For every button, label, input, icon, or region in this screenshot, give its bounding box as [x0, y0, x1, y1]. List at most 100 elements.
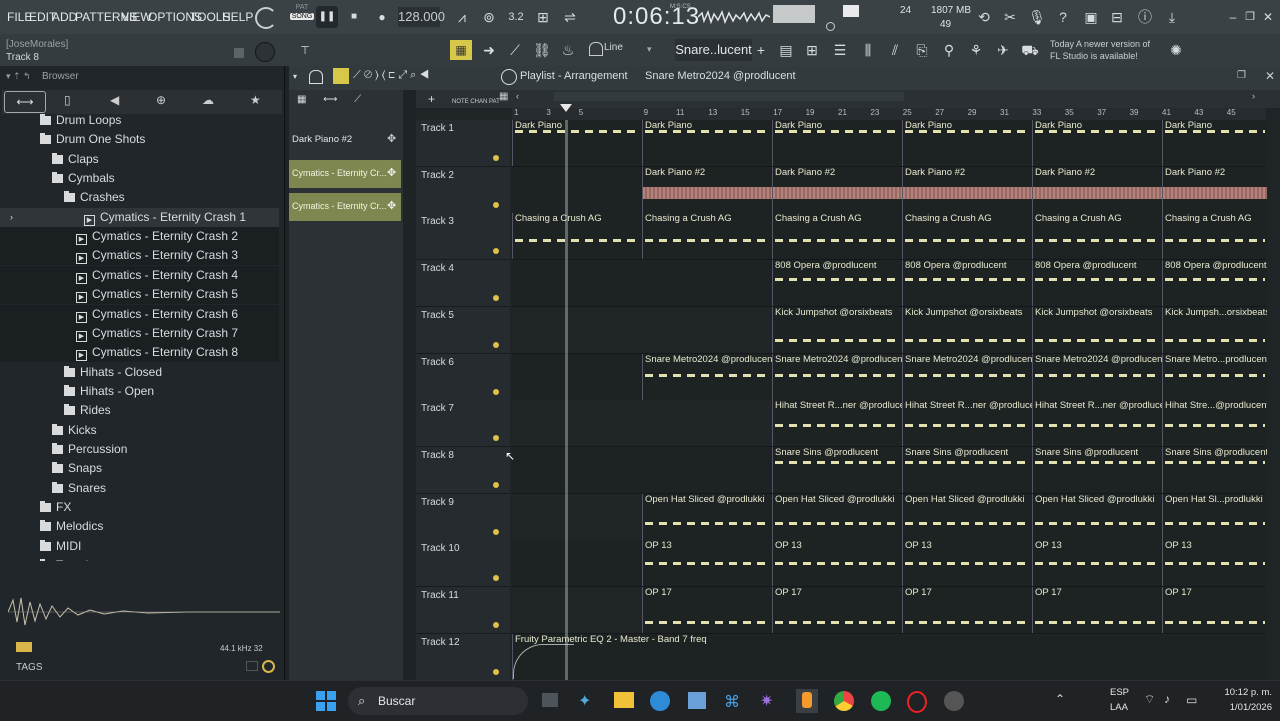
- obsidian-icon[interactable]: ✷: [760, 691, 773, 711]
- track-lane[interactable]: OP 17 OP 17 OP 17 OP 17 OP 17: [512, 587, 1267, 634]
- playlist-clip[interactable]: Kick Jumpsh...orsixbeats: [1162, 306, 1267, 353]
- playlist-clip[interactable]: OP 17: [902, 587, 1033, 633]
- playlist-clip[interactable]: Dark Piano: [902, 120, 1033, 166]
- track-lane[interactable]: Chasing a Crush AG Chasing a Crush AG Chas…: [512, 213, 1267, 261]
- pitch-knob[interactable]: [255, 42, 275, 62]
- browser-folder[interactable]: Tape Loops: [0, 556, 279, 561]
- preview-play-icon[interactable]: [16, 642, 32, 652]
- step-edit-icon[interactable]: ⊞: [532, 6, 554, 28]
- metronome-icon[interactable]: ⩘: [451, 6, 473, 28]
- playlist-clip[interactable]: OP 13: [1032, 540, 1163, 587]
- files-tab-icon[interactable]: ▯: [64, 93, 71, 107]
- playlist-clip[interactable]: OP 13: [642, 540, 773, 587]
- track-lane[interactable]: Snare Sins @prodlucent Snare Sins @prodlu…: [512, 446, 1267, 494]
- browser-file[interactable]: ▶ Cymatics - Eternity Crash 6: [0, 304, 279, 324]
- undo-icon[interactable]: ⟲: [973, 6, 995, 28]
- news-line-1[interactable]: Today A newer version of: [1050, 39, 1150, 49]
- track-lane[interactable]: 808 Opera @prodlucent 808 Opera @prodluce…: [512, 260, 1267, 308]
- search-icon[interactable]: [262, 660, 275, 673]
- plugin-icon[interactable]: ⚲: [938, 39, 960, 61]
- track-header[interactable]: Track 2: [416, 166, 510, 214]
- browser-folder[interactable]: Crashes: [0, 188, 279, 207]
- browser-folder[interactable]: Rides: [0, 401, 279, 420]
- browser-folder[interactable]: Hihats - Open: [0, 382, 279, 401]
- plugin-db-tab-icon[interactable]: ⊕: [156, 93, 166, 107]
- pattern-item[interactable]: Dark Piano #2 ✥: [289, 128, 401, 152]
- browser-file[interactable]: ▶ Cymatics - Eternity Crash 5: [0, 285, 279, 305]
- menu-add[interactable]: ADD: [52, 10, 77, 24]
- pattern-item[interactable]: Cymatics - Eternity Cr... ✥: [289, 160, 401, 188]
- playlist-clip[interactable]: 808 Opera @prodlucent: [902, 260, 1033, 307]
- playlist-clip[interactable]: Dark Piano: [1032, 120, 1163, 166]
- track-mute-led[interactable]: [493, 201, 499, 208]
- link-icon[interactable]: ⛓: [531, 39, 553, 61]
- snap-select[interactable]: Line: [604, 42, 623, 53]
- playlist-clip[interactable]: Hihat Stre...@prodlucent: [1162, 400, 1267, 447]
- track-mute-led[interactable]: [493, 388, 499, 395]
- playlist-clip[interactable]: 808 Opera @prodlucent: [1162, 260, 1267, 307]
- battery-icon[interactable]: ▭: [1186, 693, 1197, 707]
- playlist-button-icon[interactable]: ▦: [450, 40, 472, 60]
- windows-start-icon[interactable]: [316, 691, 336, 711]
- pattern-item[interactable]: Cymatics - Eternity Cr... ✥: [289, 193, 401, 221]
- playlist-clip[interactable]: Open Hat Sl...prodlukki: [1162, 493, 1267, 540]
- playlist-clip[interactable]: 808 Opera @prodlucent: [772, 260, 903, 307]
- playlist-clip[interactable]: Snare Metro2024 @prodlucent: [1032, 353, 1163, 400]
- track-mute-led[interactable]: [493, 622, 499, 628]
- playlist-clip[interactable]: Kick Jumpshot @orsixbeats: [1032, 306, 1163, 353]
- add-track-icon[interactable]: +: [428, 92, 435, 106]
- favorites-tab-icon[interactable]: ★: [250, 93, 261, 107]
- chevron-down-icon[interactable]: ▾: [647, 44, 652, 55]
- playlist-magnet-icon[interactable]: [309, 70, 323, 84]
- track-mute-led[interactable]: [493, 341, 499, 348]
- track-lane[interactable]: OP 13 OP 13 OP 13 OP 13 OP 13: [512, 540, 1267, 588]
- track-header[interactable]: Track 5: [416, 306, 510, 354]
- browser-file[interactable]: ▶ Cymatics - Eternity Crash 7: [0, 323, 279, 343]
- playlist-clip[interactable]: OP 17: [1032, 587, 1163, 633]
- arrow-right-icon[interactable]: ➜: [478, 39, 500, 61]
- preview-arrow-icon[interactable]: ›: [10, 208, 13, 227]
- close-icon[interactable]: ✕: [1257, 6, 1279, 28]
- playlist-clip[interactable]: Dark Piano: [512, 120, 643, 166]
- playlist-clip[interactable]: Fruity Parametric EQ 2 - Master - Band 7…: [512, 633, 1267, 680]
- file-explorer-icon[interactable]: [614, 692, 634, 708]
- sequencer-icon[interactable]: ⫽: [884, 39, 906, 61]
- copilot-icon[interactable]: ✦: [578, 691, 591, 711]
- all-tab-icon[interactable]: ⟷: [4, 91, 46, 113]
- track-mute-led[interactable]: [493, 295, 499, 302]
- track-lane[interactable]: Kick Jumpshot @orsixbeats Kick Jumpshot @…: [512, 306, 1267, 354]
- cloud-tab-icon[interactable]: ☁: [202, 93, 214, 107]
- taskbar-search[interactable]: ⌕ Buscar: [348, 687, 528, 715]
- playlist-clip[interactable]: OP 17: [1162, 587, 1267, 633]
- fl-studio-taskbar-icon[interactable]: [796, 689, 818, 713]
- cart-icon[interactable]: ⛟: [1019, 39, 1041, 61]
- track-header[interactable]: Track 9: [416, 493, 510, 541]
- playlist-clip[interactable]: OP 13: [772, 540, 903, 587]
- track-mute-led[interactable]: [493, 528, 499, 535]
- track-mute-led[interactable]: [493, 248, 499, 255]
- bar-numbers[interactable]: 1 3 5 9 11 13 15 17 19 21 23 25 27 29 31 33 35 37 39 41 43 45: [512, 108, 1266, 120]
- microphone-icon[interactable]: 🎙: [1026, 6, 1048, 28]
- playlist-clip[interactable]: OP 13: [1162, 540, 1267, 587]
- brush-icon[interactable]: ⟋: [504, 39, 526, 61]
- scroll-right-icon[interactable]: ›: [1252, 91, 1255, 101]
- browser-folder[interactable]: Snaps: [0, 459, 279, 478]
- track-header[interactable]: Track 6: [416, 353, 510, 401]
- track-header[interactable]: Track 1: [416, 120, 510, 167]
- playlist-tools-icons[interactable]: ⟋⊘⟩⟨⊏⤢⌕◀: [353, 69, 432, 82]
- master-volume-knob[interactable]: [255, 7, 277, 29]
- playlist-clip[interactable]: Snare Metro2024 @prodlucent: [772, 353, 903, 400]
- playlist-clip[interactable]: Kick Jumpshot @orsixbeats: [772, 306, 903, 353]
- task-view-icon[interactable]: [542, 693, 558, 707]
- wait-input-icon[interactable]: ⊚: [478, 6, 500, 28]
- browser-folder[interactable]: Cymbals: [0, 169, 279, 188]
- pattern-selector[interactable]: Snare..lucent: [675, 39, 752, 61]
- playlist-restore-icon[interactable]: ❐: [1237, 70, 1246, 81]
- record-button[interactable]: ●: [371, 6, 393, 28]
- opera-icon[interactable]: [907, 691, 927, 713]
- playlist-clip[interactable]: Dark Piano #2: [772, 166, 903, 213]
- fl-cloud-icon[interactable]: ✺: [1165, 39, 1187, 61]
- track-mute-led[interactable]: [493, 155, 499, 161]
- language-label[interactable]: ESP: [1110, 687, 1129, 698]
- playlist-clip[interactable]: Dark Piano #2: [902, 166, 1033, 213]
